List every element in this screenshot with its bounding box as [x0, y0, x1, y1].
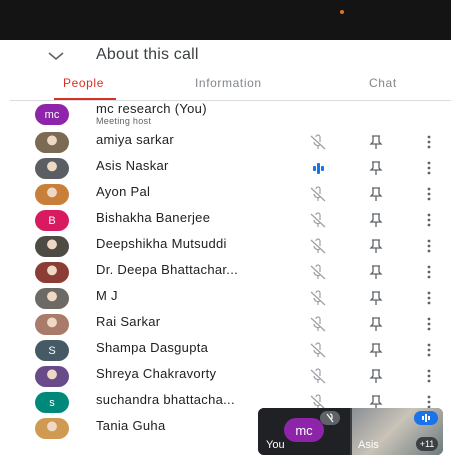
mic-off-icon — [310, 238, 326, 254]
avatar: s — [35, 392, 69, 413]
avatar: mc — [35, 104, 69, 125]
avatar — [35, 184, 69, 205]
participant-row[interactable]: Shreya Chakravorty — [10, 363, 451, 389]
mic-off-icon — [310, 134, 326, 150]
avatar — [35, 288, 69, 309]
tab-information[interactable]: Information — [195, 76, 262, 90]
pip-self-tile[interactable]: mc You — [258, 408, 350, 455]
avatar — [35, 236, 69, 257]
avatar — [35, 418, 69, 439]
participant-name: Tania Guha — [96, 418, 166, 433]
overflow-count-badge: +11 — [416, 437, 438, 451]
participant-row[interactable]: Deepshikha Mutsuddi — [10, 233, 451, 259]
more-vert-icon[interactable] — [426, 237, 432, 255]
avatar — [35, 158, 69, 179]
more-vert-icon[interactable] — [426, 263, 432, 281]
participant-name: mc research (You) — [96, 101, 207, 116]
pip-participant-tile[interactable]: Asis +11 — [352, 408, 443, 455]
chevron-down-icon[interactable] — [46, 46, 66, 66]
mic-off-icon — [310, 186, 326, 202]
avatar — [35, 366, 69, 387]
speaking-icon — [313, 163, 324, 174]
more-vert-icon[interactable] — [426, 341, 432, 359]
pip-participant-label: Asis — [358, 439, 379, 451]
participant-row[interactable]: amiya sarkar — [10, 129, 451, 155]
self-view-pip[interactable]: mc You Asis +11 — [258, 408, 443, 455]
participant-row[interactable]: Rai Sarkar — [10, 311, 451, 337]
sheet-title: About this call — [96, 46, 199, 63]
more-vert-icon[interactable] — [426, 159, 432, 177]
pin-icon[interactable] — [367, 159, 385, 177]
participant-name: M J — [96, 288, 118, 303]
mic-off-icon — [310, 264, 326, 280]
mic-off-icon — [310, 316, 326, 332]
participant-name: suchandra bhattacha... — [96, 392, 235, 407]
pin-icon[interactable] — [367, 315, 385, 333]
avatar — [35, 132, 69, 153]
avatar — [35, 262, 69, 283]
participant-name: amiya sarkar — [96, 132, 175, 147]
pip-self-label: You — [266, 439, 285, 451]
avatar: mc — [284, 418, 324, 442]
pin-icon[interactable] — [367, 263, 385, 281]
mic-off-icon — [310, 290, 326, 306]
pin-icon[interactable] — [367, 185, 385, 203]
more-vert-icon[interactable] — [426, 133, 432, 151]
avatar: S — [35, 340, 69, 361]
participant-row[interactable]: Dr. Deepa Bhattachar... — [10, 259, 451, 285]
participant-name: Bishakha Banerjee — [96, 210, 211, 225]
participant-name: Ayon Pal — [96, 184, 151, 199]
participant-row[interactable]: S Shampa Dasgupta — [10, 337, 451, 363]
speaking-icon — [414, 411, 438, 425]
mic-off-icon — [310, 342, 326, 358]
mic-off-icon — [310, 368, 326, 384]
participant-row[interactable]: Ayon Pal — [10, 181, 451, 207]
pin-icon[interactable] — [367, 133, 385, 151]
participant-name: Dr. Deepa Bhattachar... — [96, 262, 239, 277]
participant-name: Asis Naskar — [96, 158, 169, 173]
pin-icon[interactable] — [367, 341, 385, 359]
avatar — [35, 314, 69, 335]
camera-indicator-dot — [340, 10, 344, 14]
participant-name: Shampa Dasgupta — [96, 340, 209, 355]
more-vert-icon[interactable] — [426, 185, 432, 203]
mic-off-icon — [320, 411, 340, 425]
participant-row[interactable]: M J — [10, 285, 451, 311]
participant-row[interactable]: B Bishakha Banerjee — [10, 207, 451, 233]
tab-chat[interactable]: Chat — [369, 76, 397, 90]
participant-name: Shreya Chakravorty — [96, 366, 217, 381]
participant-name: Deepshikha Mutsuddi — [96, 236, 227, 251]
pin-icon[interactable] — [367, 367, 385, 385]
participant-name: Rai Sarkar — [96, 314, 161, 329]
participant-row[interactable]: Asis Naskar — [10, 155, 451, 181]
tab-people[interactable]: People — [63, 76, 104, 90]
pin-icon[interactable] — [367, 289, 385, 307]
avatar: B — [35, 210, 69, 231]
participant-role: Meeting host — [96, 116, 152, 126]
status-bar — [0, 0, 451, 40]
call-details-sheet: About this call People Information Chat … — [10, 40, 451, 457]
participant-row[interactable]: mc mc research (You) Meeting host — [10, 101, 451, 127]
more-vert-icon[interactable] — [426, 315, 432, 333]
mic-off-icon — [310, 212, 326, 228]
sheet-header: About this call — [10, 40, 451, 72]
pin-icon[interactable] — [367, 211, 385, 229]
more-vert-icon[interactable] — [426, 211, 432, 229]
more-vert-icon[interactable] — [426, 367, 432, 385]
more-vert-icon[interactable] — [426, 289, 432, 307]
pin-icon[interactable] — [367, 237, 385, 255]
